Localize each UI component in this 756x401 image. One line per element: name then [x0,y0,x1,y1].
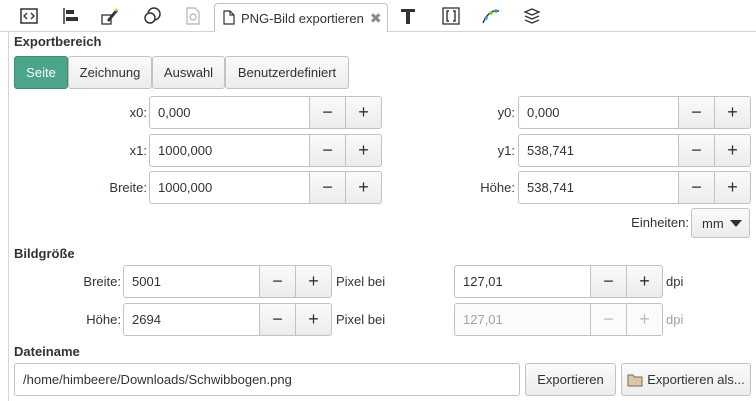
dpi-x-increment-button[interactable]: + [626,265,663,298]
close-icon[interactable]: ✖ [370,10,382,27]
document-icon [223,9,235,28]
x1-increment-button[interactable]: + [345,134,382,167]
bracket-icon[interactable] [440,6,462,26]
area-height-increment-button[interactable]: + [714,171,751,204]
y1-increment-button[interactable]: + [714,134,751,167]
x0-decrement-button[interactable]: − [309,96,346,129]
tab-title: PNG-Bild exportieren [241,11,364,26]
align-distribute-icon[interactable] [59,6,81,26]
x1-decrement-button[interactable]: − [309,134,346,167]
export-area-title: Exportbereich [14,34,102,49]
dpi-x-decrement-button[interactable]: − [590,265,627,298]
area-height-label: Höhe: [480,180,515,195]
export-as-label: Exportieren als... [647,372,745,387]
drawing-button[interactable]: Zeichnung [68,56,152,89]
chevron-down-icon [729,219,742,227]
area-width-input[interactable]: 1000,000 [149,171,310,204]
image-width-increment-button[interactable]: + [295,265,332,298]
filename-title: Dateiname [14,344,80,359]
x0-label: x0: [129,105,147,120]
image-width-input[interactable]: 5001 [123,265,260,298]
units-dropdown[interactable]: mm [691,208,750,238]
image-width-label: Breite: [83,274,121,289]
y0-increment-button[interactable]: + [714,96,751,129]
dpi-y-decrement-button: − [590,303,627,336]
x0-increment-button[interactable]: + [345,96,382,129]
y1-decrement-button[interactable]: − [678,134,715,167]
text-font-icon[interactable] [397,6,419,26]
dock-tab-bar: PNG-Bild exportieren ✖ [0,0,756,33]
objects-icon[interactable] [141,6,163,26]
page-button[interactable]: Seite [14,56,68,89]
tab-png-export[interactable]: PNG-Bild exportieren ✖ [214,3,388,33]
image-height-decrement-button[interactable]: − [259,303,296,336]
area-width-increment-button[interactable]: + [345,171,382,204]
units-label: Einheiten: [631,215,689,230]
units-value: mm [702,215,724,231]
area-height-decrement-button[interactable]: − [678,171,715,204]
image-size-title: Bildgröße [14,246,75,261]
x1-input[interactable]: 1000,000 [149,134,310,167]
y0-input[interactable]: 0,000 [518,96,679,129]
filename-input[interactable]: /home/himbeere/Downloads/Schwibbogen.png [14,363,520,396]
image-width-decrement-button[interactable]: − [259,265,296,298]
document-properties-icon[interactable] [182,6,204,26]
selection-button[interactable]: Auswahl [152,56,225,89]
x0-input[interactable]: 0,000 [149,96,310,129]
y0-label: y0: [497,105,515,120]
area-width-label: Breite: [109,180,147,195]
dpi-unit-label: dpi [666,312,684,327]
folder-icon [627,373,643,387]
xml-editor-icon[interactable] [18,6,40,26]
dpi-y-increment-button: + [626,303,663,336]
layers-icon[interactable] [521,6,543,26]
dpi-unit-label: dpi [666,274,684,289]
pixel-at-label: Pixel bei [336,274,386,289]
pixel-at-label: Pixel bei [336,312,386,327]
fill-stroke-icon[interactable] [99,6,121,26]
export-button[interactable]: Exportieren [525,363,616,396]
y0-decrement-button[interactable]: − [678,96,715,129]
export-as-button[interactable]: Exportieren als... [621,363,751,396]
x1-label: x1: [129,143,147,158]
area-width-decrement-button[interactable]: − [309,171,346,204]
export-panel: Exportbereich Seite Zeichnung Auswahl Be… [8,32,756,401]
image-height-input[interactable]: 2694 [123,303,260,336]
dpi-y-input: 127,01 [454,303,591,336]
dpi-x-input[interactable]: 127,01 [454,265,591,298]
image-height-label: Höhe: [86,312,121,327]
path-effects-icon[interactable] [480,6,502,26]
y1-input[interactable]: 538,741 [518,134,679,167]
image-height-increment-button[interactable]: + [295,303,332,336]
custom-button[interactable]: Benutzerdefiniert [225,56,349,89]
area-height-input[interactable]: 538,741 [518,171,679,204]
y1-label: y1: [497,143,515,158]
